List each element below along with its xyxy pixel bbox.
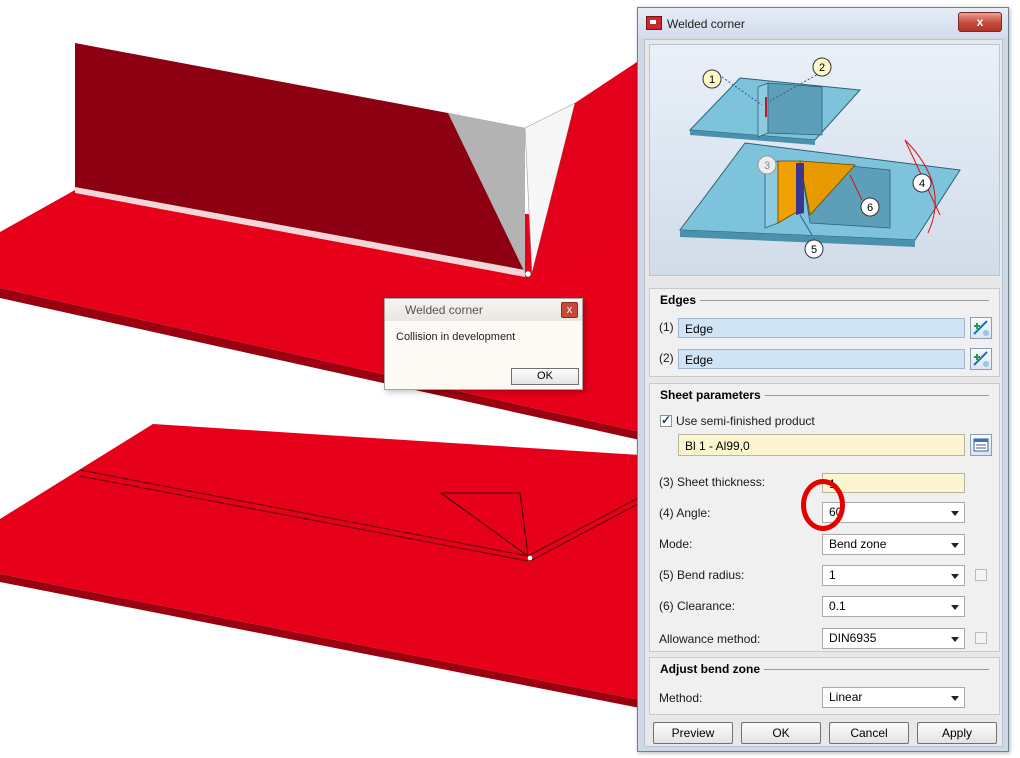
upper-corner-point [524, 270, 532, 278]
edge-1-pick-button[interactable] [970, 317, 992, 339]
lower-flat-plate [0, 424, 640, 700]
bend-radius-checkbox[interactable] [975, 569, 987, 581]
message-box-text: Collision in development [396, 331, 516, 343]
dialog-title: Welded corner [667, 17, 745, 31]
weld-illustration: 1 2 3 4 5 6 [679, 57, 961, 259]
edge-2-pick-button[interactable] [970, 348, 992, 370]
message-box-ok-button[interactable]: OK [511, 368, 579, 385]
allowance-label: Allowance method: [659, 632, 761, 646]
chevron-down-icon [951, 696, 959, 701]
chevron-down-icon [951, 511, 959, 516]
chevron-down-icon [951, 574, 959, 579]
cancel-button[interactable]: Cancel [829, 722, 909, 744]
svg-text:3: 3 [764, 160, 770, 172]
callout-4: 4 [912, 173, 932, 193]
callout-1: 1 [702, 69, 722, 89]
allowance-checkbox[interactable] [975, 632, 987, 644]
pick-edge-icon [973, 351, 989, 367]
bend-radius-combo[interactable]: 1 [822, 565, 965, 586]
message-box-close-button[interactable]: x [561, 302, 578, 318]
svg-text:4: 4 [919, 178, 925, 190]
chevron-down-icon [951, 605, 959, 610]
mode-label: Mode: [659, 537, 693, 551]
collision-message-box: Welded corner x Collision in development… [384, 298, 583, 390]
semi-finished-field[interactable]: Bl 1 - Al99,0 [678, 434, 965, 456]
callout-6: 6 [860, 197, 880, 217]
dialog-titlebar: Welded corner x [638, 8, 1008, 38]
dialog-body: 1 2 3 4 5 6 Edges (1) Edge (2) Edge Shee… [644, 39, 1003, 747]
svg-text:1: 1 [709, 74, 715, 86]
use-semi-finished-checkbox[interactable] [660, 413, 672, 427]
preview-button[interactable]: Preview [653, 722, 733, 744]
edges-divider [660, 300, 989, 301]
catalog-icon [973, 438, 989, 452]
message-box-title: Welded corner [405, 303, 483, 317]
ok-button[interactable]: OK [741, 722, 821, 744]
method-combo[interactable]: Linear [822, 687, 965, 708]
weld-illustration-panel: 1 2 3 4 5 6 [649, 44, 1000, 276]
adjust-bend-zone-section: Adjust bend zone Method: Linear [649, 657, 1000, 715]
bend-radius-label: (5) Bend radius: [659, 568, 745, 582]
clearance-combo[interactable]: 0.1 [822, 596, 965, 617]
pick-edge-icon [973, 320, 989, 336]
apply-button[interactable]: Apply [917, 722, 997, 744]
angle-highlight-circle [801, 479, 845, 531]
edges-section: Edges (1) Edge (2) Edge [649, 288, 1000, 377]
thickness-field[interactable]: 1 [822, 473, 965, 493]
allowance-value: DIN6935 [829, 631, 877, 645]
message-box-titlebar: Welded corner x [385, 299, 582, 321]
sheet-heading: Sheet parameters [660, 388, 765, 402]
edge-2-field[interactable]: Edge [678, 349, 965, 369]
callout-2: 2 [812, 57, 832, 77]
app-logo-icon [646, 16, 662, 30]
svg-text:5: 5 [811, 244, 817, 256]
svg-text:6: 6 [867, 202, 873, 214]
semi-finished-browse-button[interactable] [970, 434, 992, 456]
chevron-down-icon [951, 543, 959, 548]
mode-value: Bend zone [829, 537, 887, 551]
thickness-label: (3) Sheet thickness: [659, 475, 766, 489]
method-value: Linear [829, 690, 863, 704]
lower-corner-point [527, 555, 533, 561]
bend-radius-value: 1 [829, 568, 836, 582]
svg-text:2: 2 [819, 62, 825, 74]
edge-1-index: (1) [659, 320, 674, 334]
callout-5: 5 [804, 239, 824, 259]
clearance-value: 0.1 [829, 599, 846, 613]
callout-3: 3 [757, 155, 777, 175]
method-label: Method: [659, 691, 703, 705]
edges-heading: Edges [660, 293, 701, 307]
allowance-combo[interactable]: DIN6935 [822, 628, 965, 649]
chevron-down-icon [951, 637, 959, 642]
edge-1-field[interactable]: Edge [678, 318, 965, 338]
adjust-heading: Adjust bend zone [660, 662, 764, 676]
dialog-close-button[interactable]: x [958, 12, 1002, 32]
clearance-label: (6) Clearance: [659, 599, 736, 613]
mode-combo[interactable]: Bend zone [822, 534, 965, 555]
angle-label: (4) Angle: [659, 506, 711, 520]
edge-2-index: (2) [659, 351, 674, 365]
welded-corner-dialog: Welded corner x 1 2 3 4 5 6 Edges (1) Ed… [637, 7, 1009, 752]
use-semi-finished-label: Use semi-finished product [676, 414, 815, 428]
